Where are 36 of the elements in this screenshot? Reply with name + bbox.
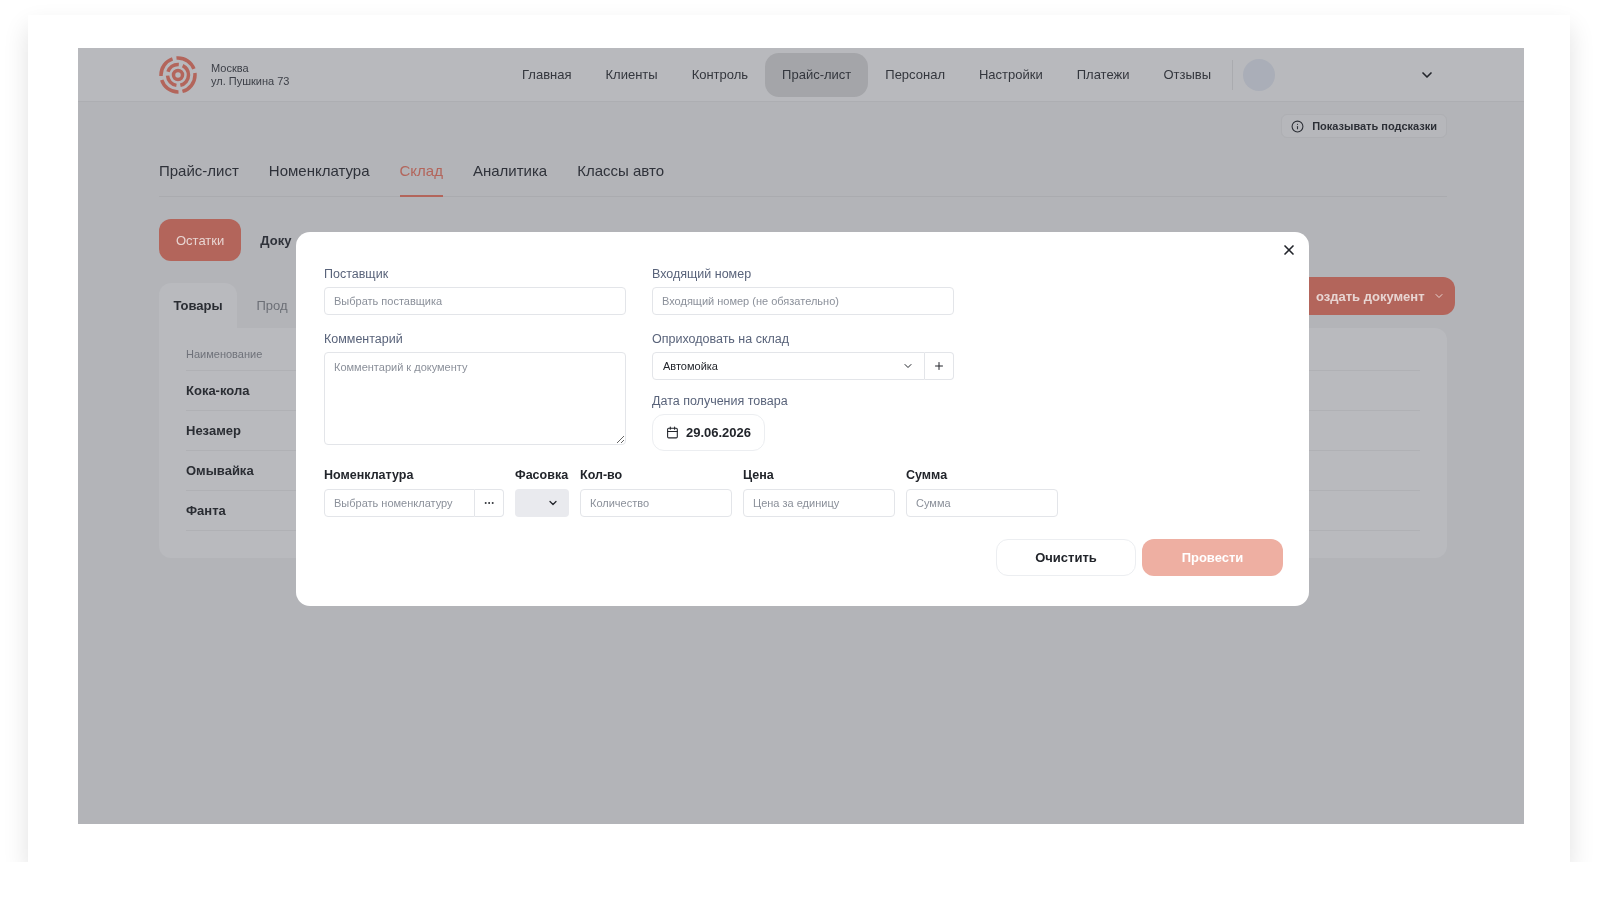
section-tab[interactable]: Прайс-лист (159, 156, 239, 197)
field-label: Цена (743, 468, 775, 482)
clear-button[interactable]: Очистить (996, 539, 1136, 576)
nomenclature-field[interactable]: Выбрать номенклатуру (324, 489, 475, 517)
incoming-number-field[interactable]: Входящий номер (не обязательно) (652, 287, 954, 315)
hints-toggle[interactable]: Показывать подсказки (1281, 114, 1447, 138)
nav-link[interactable]: Настройки (962, 52, 1060, 97)
field-label: Комментарий (324, 332, 404, 346)
field-label: Дата получения товара (652, 394, 789, 408)
nav-link[interactable]: Прайс-лист (765, 52, 869, 97)
field-label: Оприходовать на склад (652, 332, 791, 346)
field-label: Сумма (906, 468, 949, 482)
warehouse-select[interactable]: Автомойка (652, 352, 925, 380)
quantity-field[interactable]: Количество (580, 489, 732, 517)
comment-field[interactable]: Комментарий к документу (324, 352, 626, 445)
nav-link[interactable]: Клиенты (588, 52, 675, 97)
sum-field[interactable]: Сумма (906, 489, 1058, 517)
field-label: Входящий номер (652, 267, 753, 281)
field-label: Фасовка (515, 468, 569, 482)
location-text: Москва ул. Пушкина 73 (211, 61, 290, 88)
date-picker[interactable]: 29.06.2026 (652, 414, 765, 451)
field-label: Поставщик (324, 267, 390, 281)
section-tab[interactable]: Классы авто (577, 156, 664, 197)
nav-link[interactable]: Платежи (1059, 52, 1147, 97)
supplier-field[interactable]: Выбрать поставщика (324, 287, 626, 315)
section-tab[interactable]: Аналитика (472, 156, 548, 197)
field-label: Кол-во (580, 468, 624, 482)
nav-link[interactable]: Отзывы (1146, 52, 1229, 97)
section-tab[interactable]: Номенклатура (268, 156, 370, 197)
panel-tab[interactable]: Товары (159, 283, 237, 328)
price-field[interactable]: Цена за единицу (743, 489, 895, 517)
field-label: Номенклатура (324, 468, 415, 482)
nav-link[interactable]: Главная (505, 52, 589, 97)
view-tab[interactable]: Доку (260, 219, 292, 261)
nav-link[interactable]: Персонал (868, 52, 962, 97)
nav-link[interactable]: Контроль (674, 52, 766, 97)
